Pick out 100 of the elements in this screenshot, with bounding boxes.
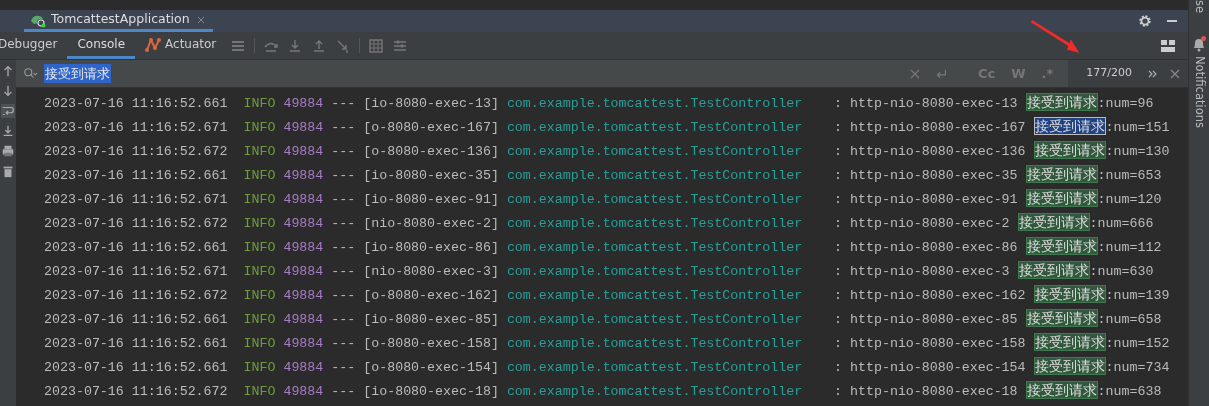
process-id: 49884 [283, 264, 324, 279]
process-id: 49884 [283, 336, 324, 351]
log-timestamp: 2023-07-16 11:16:52.661 [44, 96, 228, 111]
log-timestamp: 2023-07-16 11:16:52.671 [44, 120, 228, 135]
log-delimiter: : [834, 168, 843, 183]
log-message: :num=152 [1105, 336, 1170, 351]
log-message: http-nio-8080-exec-154 [850, 360, 1026, 375]
log-delimiter: : [834, 240, 843, 255]
process-id: 49884 [283, 240, 324, 255]
log-message: http-nio-8080-exec-85 [850, 312, 1018, 327]
log-delimiter: : [834, 312, 843, 327]
notifications-tab[interactable]: Notifications [1190, 56, 1208, 128]
log-delimiter: : [834, 288, 843, 303]
log-message: http-nio-8080-exec-2 [850, 216, 1010, 231]
log-separator: --- [331, 336, 356, 351]
log-level: INFO [243, 96, 276, 111]
log-message: http-nio-8080-exec-167 [850, 120, 1026, 135]
log-message: :num=112 [1097, 240, 1162, 255]
logger-name: com.example.tomcattest.TestController [506, 168, 803, 183]
soft-wrap-icon[interactable] [1, 104, 15, 118]
log-delimiter: : [834, 336, 843, 351]
trash-icon[interactable] [1, 164, 15, 178]
log-delimiter: : [834, 96, 843, 111]
print-icon[interactable] [1, 144, 15, 158]
log-timestamp: 2023-07-16 11:16:52.672 [44, 216, 228, 231]
log-level: INFO [243, 288, 276, 303]
log-timestamp: 2023-07-16 11:16:52.661 [44, 360, 228, 375]
logger-name: com.example.tomcattest.TestController [506, 360, 803, 375]
log-timestamp: 2023-07-16 11:16:52.661 [44, 240, 228, 255]
log-separator: --- [331, 312, 356, 327]
log-timestamp: 2023-07-16 11:16:52.671 [44, 192, 228, 207]
process-id: 49884 [283, 384, 324, 399]
log-separator: --- [331, 216, 356, 231]
log-level: INFO [243, 360, 276, 375]
logger-name: com.example.tomcattest.TestController [506, 144, 803, 159]
log-delimiter: : [834, 360, 843, 375]
log-message: :num=666 [1089, 216, 1154, 231]
log-separator: --- [331, 288, 356, 303]
log-level: INFO [243, 336, 276, 351]
log-message: :num=734 [1105, 360, 1170, 375]
process-id: 49884 [283, 312, 324, 327]
match-count: 177/200 [1085, 65, 1133, 82]
log-level: INFO [243, 144, 276, 159]
annotation-arrow [1030, 20, 1080, 54]
logger-name: com.example.tomcattest.TestController [506, 120, 803, 135]
search-query: 接受到请求 [44, 63, 111, 84]
logger-name: com.example.tomcattest.TestController [506, 288, 803, 303]
log-message: http-nio-8080-exec-35 [850, 168, 1018, 183]
logger-name: com.example.tomcattest.TestController [506, 216, 803, 231]
log-message: http-nio-8080-exec-13 [850, 96, 1018, 111]
process-id: 49884 [283, 192, 324, 207]
logger-name: com.example.tomcattest.TestController [506, 336, 803, 351]
log-level: INFO [243, 120, 276, 135]
search-match: 接受到请求 [1017, 261, 1090, 279]
thread-name: [o-8080-exec-158] [363, 336, 499, 351]
console-tab[interactable]: Debugger [0, 32, 68, 59]
log-message: :num=139 [1105, 288, 1170, 303]
scroll-to-end-icon[interactable] [1, 124, 15, 138]
log-level: INFO [243, 264, 276, 279]
log-timestamp: 2023-07-16 11:16:52.671 [44, 264, 228, 279]
log-timestamp: 2023-07-16 11:16:52.672 [44, 288, 228, 303]
log-message: :num=96 [1097, 96, 1154, 111]
log-separator: --- [331, 96, 356, 111]
log-message: http-nio-8080-exec-86 [850, 240, 1018, 255]
log-level: INFO [243, 240, 276, 255]
log-timestamp: 2023-07-16 11:16:52.661 [44, 312, 228, 327]
log-message: :num=130 [1105, 144, 1170, 159]
search-match: 接受到请求 [1033, 285, 1106, 303]
log-level: INFO [243, 312, 276, 327]
log-message: :num=120 [1097, 192, 1162, 207]
console-tab[interactable]: Actuator [135, 32, 227, 59]
log-timestamp: 2023-07-16 11:16:52.661 [44, 336, 228, 351]
process-id: 49884 [283, 216, 324, 231]
log-message: :num=653 [1097, 168, 1162, 183]
log-timestamp: 2023-07-16 11:16:52.672 [44, 384, 228, 399]
log-message: http-nio-8080-exec-136 [850, 144, 1026, 159]
thread-name: [nio-8080-exec-3] [363, 264, 499, 279]
scroll-down-icon[interactable] [1, 84, 15, 98]
log-message: http-nio-8080-exec-158 [850, 336, 1026, 351]
log-separator: --- [331, 192, 356, 207]
search-match: 接受到请求 [1025, 165, 1098, 183]
search-match: 接受到请求 [1033, 357, 1106, 375]
logger-name: com.example.tomcattest.TestController [506, 96, 803, 111]
log-timestamp: 2023-07-16 11:16:52.661 [44, 168, 228, 183]
thread-name: [o-8080-exec-136] [363, 144, 499, 159]
thread-name: [io-8080-exec-85] [363, 312, 499, 327]
log-level: INFO [243, 384, 276, 399]
thread-name: [io-8080-exec-13] [363, 96, 499, 111]
thread-name: [o-8080-exec-162] [363, 288, 499, 303]
log-separator: --- [331, 168, 356, 183]
search-match: 接受到请求 [1033, 333, 1106, 351]
process-id: 49884 [283, 360, 324, 375]
log-message: http-nio-8080-exec-3 [850, 264, 1010, 279]
search-match: 接受到请求 [1025, 189, 1098, 207]
side-panel-label[interactable]: se [1190, 0, 1208, 26]
log-message: http-nio-8080-exec-18 [850, 384, 1018, 399]
scroll-up-icon[interactable] [1, 64, 15, 78]
log-message: :num=151 [1105, 120, 1170, 135]
process-id: 49884 [283, 144, 324, 159]
search-match: 接受到请求 [1025, 237, 1098, 255]
